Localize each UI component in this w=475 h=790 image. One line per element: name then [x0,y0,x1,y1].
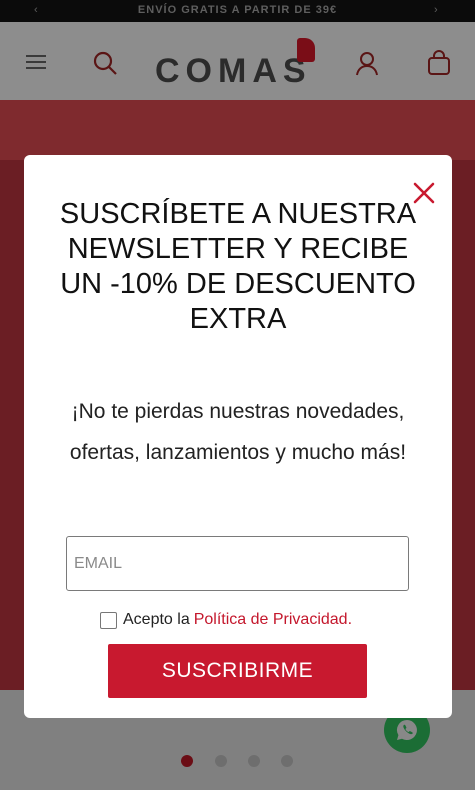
modal-subtitle: ¡No te pierdas nuestras novedades, ofert… [69,400,407,464]
consent-label: Acepto la [123,611,190,628]
modal-title: SUSCRÍBETE A NUESTRA NEWSLETTER Y RECIBE… [59,198,417,335]
newsletter-modal: SUSCRÍBETE A NUESTRA NEWSLETTER Y RECIBE… [24,155,452,718]
subscribe-button[interactable]: SUSCRIBIRME [108,644,367,698]
consent-checkbox[interactable] [100,611,117,629]
email-field[interactable] [66,536,409,591]
privacy-policy-link[interactable]: Política de Privacidad. [194,611,352,629]
privacy-consent: Acepto la Política de Privacidad. [100,611,352,629]
newsletter-overlay: SUSCRÍBETE A NUESTRA NEWSLETTER Y RECIBE… [0,0,475,790]
